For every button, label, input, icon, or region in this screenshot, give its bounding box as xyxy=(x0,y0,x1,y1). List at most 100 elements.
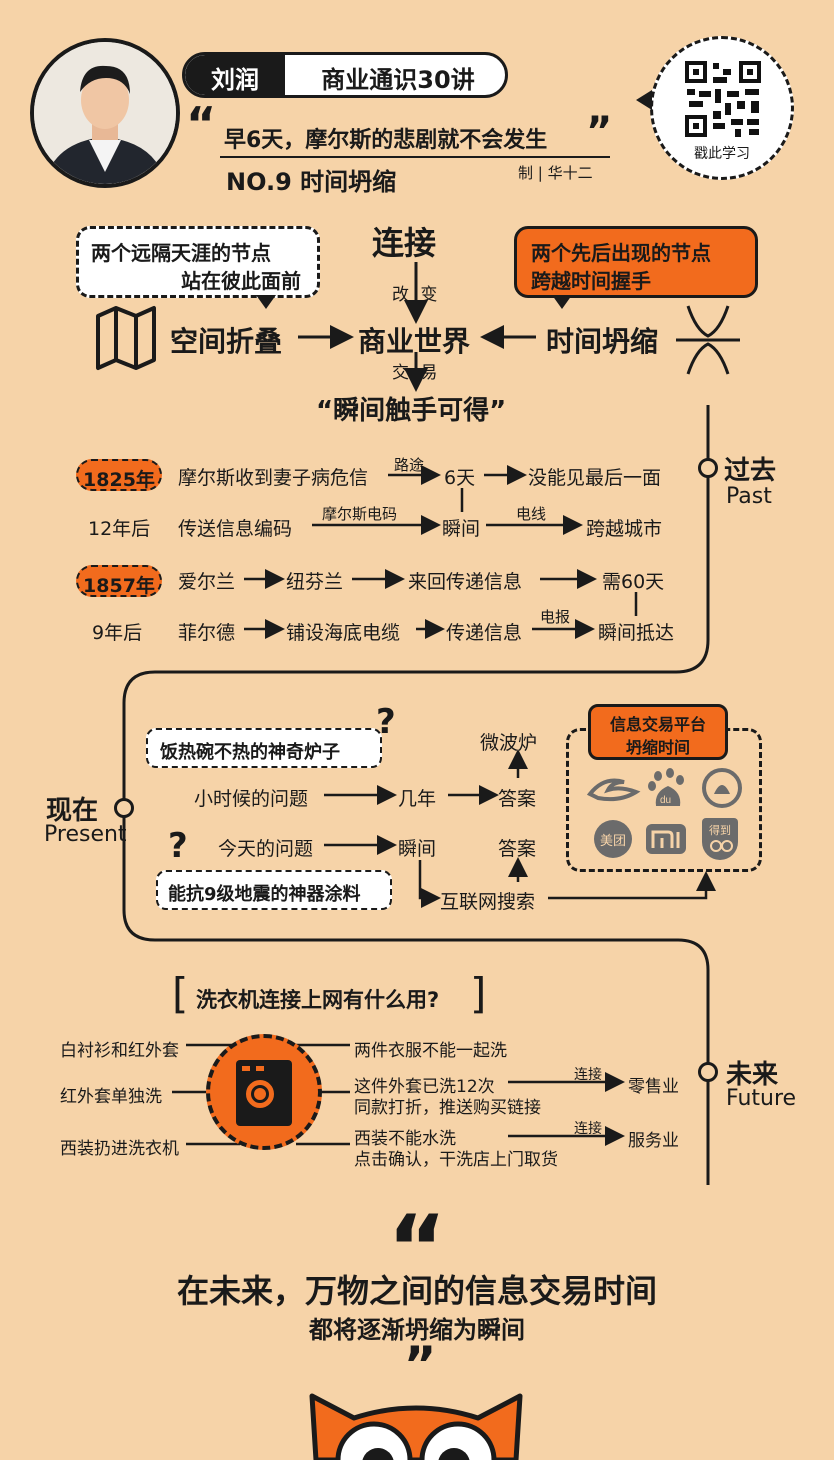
future-question-bracket-left: [ xyxy=(172,969,189,1018)
present-answer-1: 答案 xyxy=(498,788,537,810)
bubble-time-tail xyxy=(552,295,572,309)
folded-map-icon xyxy=(96,306,156,370)
meituan-text: 美团 xyxy=(599,834,626,849)
present-node xyxy=(114,798,134,818)
past-r1-result: 没能见最后一面 xyxy=(528,467,662,489)
internet-search: 互联网搜索 xyxy=(440,891,536,913)
past-r4-year: 9年后 xyxy=(92,622,143,644)
today-question: 今天的问题 xyxy=(218,838,314,860)
dedao-text: 得到 xyxy=(709,824,731,837)
xiaomi-logo xyxy=(646,824,686,854)
child-question: 小时候的问题 xyxy=(194,788,309,810)
future-left-3: 西装扔进洗衣机 xyxy=(60,1139,179,1159)
present-instant: 瞬间 xyxy=(398,838,437,860)
header-divider xyxy=(220,156,610,158)
year-1825: 1825年 xyxy=(83,469,155,491)
episode-title: NO.9 时间坍缩 xyxy=(226,168,397,196)
present-answer-2: 答案 xyxy=(498,838,537,860)
future-left-1: 白衬衫和红外套 xyxy=(60,1041,179,1061)
platform-title: 信息交易平台 坍缩时间 xyxy=(588,704,728,760)
bubble-time-line1: 两个先后出现的节点 xyxy=(531,241,711,265)
past-node xyxy=(698,458,718,478)
alibaba-logo xyxy=(586,778,641,802)
past-title: 过去 xyxy=(724,456,777,486)
concept-time-collapse: 时间坍缩 xyxy=(546,325,659,358)
concept-change: 改 变 xyxy=(392,285,438,305)
future-service: 服务业 xyxy=(628,1131,679,1151)
concept-trade: 交 易 xyxy=(392,363,438,383)
present-title-en: Present xyxy=(44,822,127,847)
bubble-time-line2: 跨越时间握手 xyxy=(531,269,651,293)
meituan-logo: 美团 xyxy=(594,820,632,858)
infographic: 刘润 商业通识30讲 “ 早6天，摩尔斯的悲剧就不会发生 ” NO.9 时间坍缩… xyxy=(0,0,834,1460)
washing-machine-icon xyxy=(206,1034,322,1150)
past-r2-result: 跨越城市 xyxy=(586,518,663,540)
present-years: 几年 xyxy=(398,788,437,810)
header-quote: 早6天，摩尔斯的悲剧就不会发生 xyxy=(224,128,548,153)
future-right-1: 两件衣服不能一起洗 xyxy=(354,1041,507,1061)
author-portrait xyxy=(30,38,180,188)
past-r4-who: 菲尔德 xyxy=(178,622,236,644)
future-right-2b: 同款打折，推送购买链接 xyxy=(354,1098,541,1118)
svg-text:du: du xyxy=(660,795,671,806)
future-title-en: Future xyxy=(726,1086,797,1111)
present-microwave: 微波炉 xyxy=(480,732,538,754)
past-r2-via2: 电线 xyxy=(516,505,547,523)
q1-text: 饭热碗不热的神奇炉子 xyxy=(160,742,340,763)
year-1857: 1857年 xyxy=(83,575,155,597)
past-r2-event: 传送信息编码 xyxy=(178,518,293,540)
quote-open-mark: “ xyxy=(186,97,217,151)
platform-title-line2: 坍缩时间 xyxy=(625,738,690,757)
concept-instant: “瞬间触手可得” xyxy=(316,396,507,426)
dedao-logo: 得到 xyxy=(702,818,738,860)
past-r4-result: 瞬间抵达 xyxy=(598,622,675,644)
concept-connect: 连接 xyxy=(372,224,437,262)
concept-space-fold: 空间折叠 xyxy=(170,325,283,358)
course-title: 商业通识30讲 xyxy=(321,66,475,94)
question-bubble-1: 饭热碗不热的神奇炉子 xyxy=(146,728,382,768)
future-node xyxy=(698,1062,718,1082)
q2-text: 能抗9级地震的神器涂料 xyxy=(168,884,361,905)
qr-label: 戳此学习 xyxy=(694,146,750,162)
question-mark-icon: ? xyxy=(168,826,188,866)
future-right-3b: 点击确认，干洗店上门取货 xyxy=(354,1150,558,1170)
past-r2-year: 12年后 xyxy=(88,518,151,540)
bubble-space: 两个远隔天涯的节点 站在彼此面前 xyxy=(76,226,320,298)
baidu-logo: du xyxy=(648,768,684,806)
author-name: 刘润 xyxy=(211,66,259,94)
credit: 制 | 华十二 xyxy=(518,164,593,182)
bubble-time: 两个先后出现的节点 跨越时间握手 xyxy=(514,226,758,298)
past-r1-event: 摩尔斯收到妻子病危信 xyxy=(178,467,369,489)
past-r1-via: 路途 xyxy=(394,456,425,474)
past-r2-time: 瞬间 xyxy=(442,518,481,540)
past-r4-action: 铺设海底电缆 xyxy=(286,622,401,644)
bubble-space-tail xyxy=(256,295,276,309)
qr-bubble[interactable]: 戳此学习 xyxy=(650,36,794,180)
past-title-en: Past xyxy=(726,484,772,509)
past-r4-what: 传递信息 xyxy=(446,622,523,644)
past-r3-action: 来回传递信息 xyxy=(408,571,523,593)
converging-lines-icon xyxy=(676,305,740,375)
past-r3-from: 爱尔兰 xyxy=(178,571,236,593)
title-pill: 刘润 商业通识30讲 xyxy=(182,52,508,98)
past-r3-result: 需60天 xyxy=(602,571,665,593)
future-link-1: 连接 xyxy=(574,1067,602,1083)
past-r3-to: 纽芬兰 xyxy=(286,571,344,593)
year-badge-1857: 1857年 xyxy=(76,565,162,597)
platform-title-line1: 信息交易平台 xyxy=(609,715,706,734)
owl-mascot xyxy=(309,1393,523,1460)
future-question-bracket-right: ] xyxy=(470,969,487,1018)
future-question: 洗衣机连接上网有什么用? xyxy=(196,988,440,1012)
past-r2-via: 摩尔斯电码 xyxy=(322,505,398,523)
footer-line1: 在未来，万物之间的信息交易时间 xyxy=(176,1272,657,1310)
bubble-space-line1: 两个远隔天涯的节点 xyxy=(91,241,271,265)
future-link-2: 连接 xyxy=(574,1121,602,1137)
past-r1-time: 6天 xyxy=(444,467,476,489)
future-retail: 零售业 xyxy=(628,1077,679,1097)
future-left-2: 红外套单独洗 xyxy=(60,1087,162,1107)
zhihu-logo xyxy=(702,768,742,808)
concept-center: 商业世界 xyxy=(358,325,471,358)
qr-bubble-tail xyxy=(636,90,652,110)
qr-code xyxy=(685,61,761,137)
quote-close-mark: ” xyxy=(586,109,613,155)
